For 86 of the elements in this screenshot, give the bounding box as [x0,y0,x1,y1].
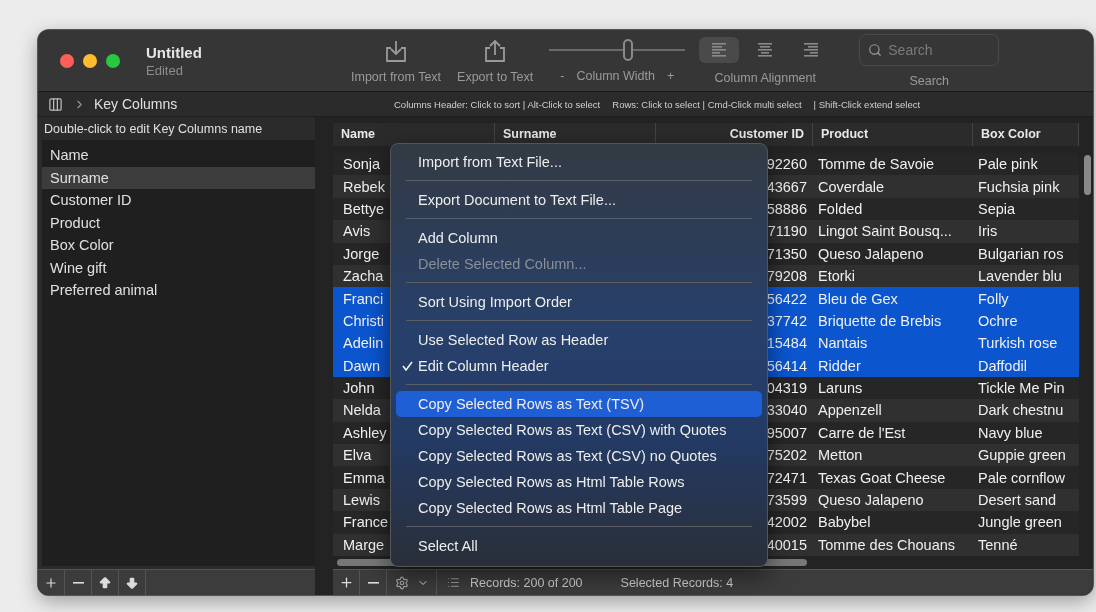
table-cell-text: Turkish rose [977,335,1059,352]
table-cell-text: Etorki [817,268,857,285]
table-cell: France [343,514,389,531]
table-cell-text: Babybel [817,514,872,531]
minus-label: - [560,68,565,83]
table-cell-text: Tomme des Chouans [817,536,956,553]
table-cell: Adelin [343,335,384,352]
table-cell-text: Iris [977,223,999,240]
table-cell: 92260 [766,156,807,173]
table-cell: 71190 [767,223,807,240]
table-cell: Bettye [343,200,385,217]
plus-label: + [666,68,675,83]
table-cell: Avis [343,223,371,240]
column-alignment-label: Column Alignment [714,70,816,85]
table-cell-text: Folded [817,200,864,217]
hint-text: Rows: Click to select | Cmd-Click multi select [612,98,802,110]
table-cell: 56414 [766,357,807,374]
table-cell-text: Daffodil [977,357,1028,374]
table-cell: Jorge [343,245,380,262]
table-cell-text: Bleu de Gex [817,290,899,307]
table-cell: 75202 [766,447,807,464]
table-cell-text: Fuchsia pink [977,178,1061,195]
table-cell: 95007 [766,424,807,441]
table-cell-text: Tickle Me Pin [977,380,1066,397]
table-cell-text: Folly [977,290,1010,307]
hint-text: Columns Header: Click to sort | Alt-Click to select [394,98,601,110]
table-cell: Nelda [343,402,381,419]
table-cell-text: Lingot Saint Bousq... [817,223,953,240]
table-cell-text: Queso Jalapeno [817,245,925,262]
table-cell: 04319 [766,380,807,397]
table-cell: John [343,380,375,397]
table-cell-text: Nantais [817,335,869,352]
table-cell-text: Tenné [977,536,1019,553]
table-cell: 71350 [766,245,807,262]
table-cell: Lewis [343,492,381,509]
table-cell: 43667 [766,178,807,195]
table-cell-text: Queso Jalapeno [817,492,925,509]
table-cell-text: Bulgarian ros [977,245,1065,262]
table-cell: Elva [343,447,372,464]
column-width-label: Column Width [576,68,655,83]
table-cell: 79208 [766,268,807,285]
table-cell-text: Metton [817,447,864,464]
table-cell-text: Lavender blu [977,268,1063,285]
window-title: Untitled [146,43,203,61]
records-count: Records: 200 of 200 [470,575,583,590]
table-cell: Emma [343,469,385,486]
table-cell-text: Ochre [977,312,1019,329]
table-cell-text: Pale cornflow [977,469,1067,486]
search-label: Search [909,73,950,88]
table-cell: 58886 [766,200,807,217]
table-cell: Dawn [343,357,381,374]
table-cell-text: Tomme de Savoie [817,156,936,173]
table-cell-text: Ridder [817,357,862,374]
table-cell-text: Desert sand [977,492,1058,509]
table-cell: 40015 [766,536,807,553]
selected-records-count: Selected Records: 4 [620,575,734,590]
table-cell-text: Navy blue [977,424,1044,441]
breadcrumb-label: Key Columns [94,96,179,112]
table-cell-text: Pale pink [977,156,1039,173]
table-cell-text: Sepia [977,200,1017,217]
table-cell: 42002 [766,514,807,531]
table-cell: Franci [343,290,384,307]
table-cell: 33040 [766,402,807,419]
hint-text: | Shift-Click extend select [813,98,921,110]
table-cell: 73599 [766,492,807,509]
table-cell-text: Dark chestnu [977,402,1065,419]
table-cell-text: Appenzell [817,402,883,419]
table-cell-text: Carre de l'Est [817,424,907,441]
sidebar-hint: Double-click to edit Key Columns name [43,121,264,138]
table-cell-text: Laruns [817,380,864,397]
table-cell-text: Jungle green [977,514,1063,531]
table-cell: Christi [343,312,385,329]
table-cell: 37742 [766,312,807,329]
table-cell: 56422 [766,290,807,307]
table-cell: 15484 [766,335,807,352]
window-subtitle: Edited [146,62,184,78]
table-cell-text: Texas Goat Cheese [817,469,947,486]
table-cell: 72471 [766,469,807,486]
table-cell-text: Briquette de Brebis [817,312,943,329]
table-cell-text: Coverdale [817,178,886,195]
table-cell: Sonja [343,156,381,173]
table-cell: Marge [343,536,385,553]
table-cell: Ashley [343,424,387,441]
table-cell: Zacha [343,268,384,285]
table-cell: Rebek [343,178,385,195]
table-cell-text: Guppie green [977,447,1067,464]
